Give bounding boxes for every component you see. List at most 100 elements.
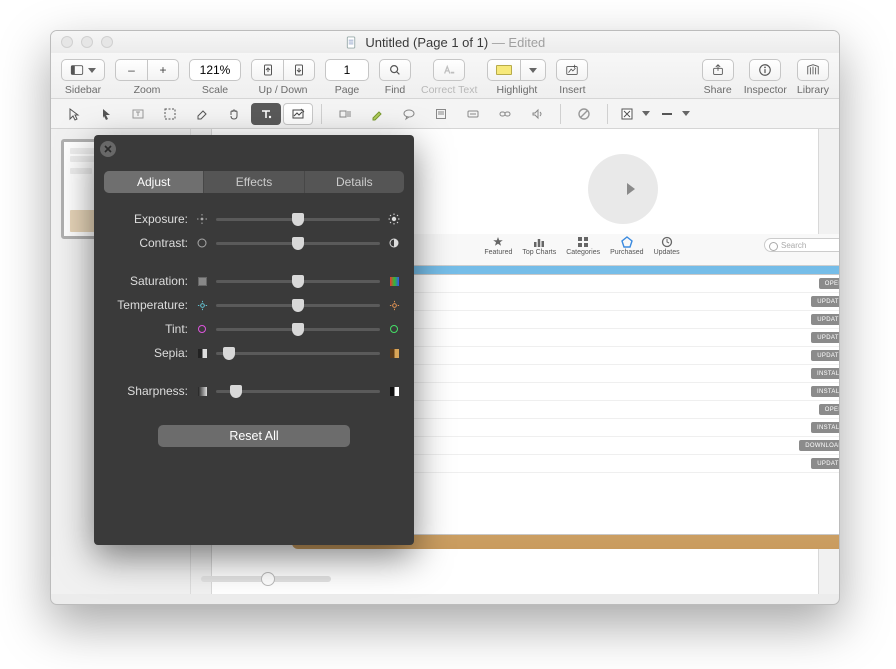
embedded-action-button[interactable]: UPDATE (811, 314, 839, 325)
eraser-icon[interactable] (187, 103, 217, 125)
embedded-action-button[interactable]: UPDATE (811, 332, 839, 343)
exposure-slider[interactable] (216, 218, 380, 221)
library-label: Library (797, 84, 829, 96)
scale-field[interactable] (189, 59, 241, 81)
scale-label: Scale (202, 84, 228, 96)
arrow-cursor-icon[interactable] (59, 103, 89, 125)
form-field-icon[interactable] (458, 103, 488, 125)
text-box-icon[interactable] (330, 103, 360, 125)
cool-sun-icon (196, 299, 208, 311)
find-button[interactable] (379, 59, 411, 81)
correct-text-button[interactable] (433, 59, 465, 81)
rgb-swatch-icon (388, 275, 400, 287)
page-up-button[interactable] (251, 59, 283, 81)
green-dot-icon (388, 323, 400, 335)
document-icon (345, 36, 358, 49)
warm-sun-icon (388, 299, 400, 311)
embedded-action-button[interactable]: DOWNLOAD (799, 440, 839, 451)
soft-edge-icon (196, 385, 208, 397)
page-down-button[interactable] (283, 59, 315, 81)
text-tool-icon[interactable] (251, 103, 281, 125)
embedded-tab-featured[interactable]: Featured (484, 236, 512, 256)
temperature-slider[interactable] (216, 304, 380, 307)
grey-swatch-icon (196, 275, 208, 287)
embedded-action-button[interactable]: INSTALL (811, 386, 839, 397)
library-button[interactable] (797, 59, 829, 81)
line-style-button[interactable] (656, 103, 694, 125)
sidebar-button[interactable] (61, 59, 105, 81)
marquee-select-icon[interactable] (155, 103, 185, 125)
inspector-button[interactable] (749, 59, 781, 81)
highlight-button[interactable] (487, 59, 520, 81)
zoom-slider-knob[interactable] (261, 572, 275, 586)
arrow-right-icon (588, 154, 658, 224)
embedded-tab-categories[interactable]: Categories (566, 236, 600, 256)
sound-icon[interactable] (522, 103, 552, 125)
page-field[interactable] (325, 59, 369, 81)
inspector-label: Inspector (744, 84, 787, 96)
image-edit-tool-icon[interactable] (283, 103, 313, 125)
insert-button[interactable] (556, 59, 588, 81)
sharpness-slider[interactable] (216, 390, 380, 393)
embedded-search-input[interactable]: Search (764, 238, 839, 252)
embedded-action-button[interactable]: UPDATE (811, 458, 839, 469)
tab-effects[interactable]: Effects (203, 171, 303, 193)
embedded-action-button[interactable]: INSTALL (811, 368, 839, 379)
chevron-down-icon (88, 68, 96, 73)
hand-pan-icon[interactable] (219, 103, 249, 125)
embedded-action-button[interactable]: UPDATE (811, 296, 839, 307)
slider-exposure: Exposure: (108, 207, 400, 231)
saturation-slider[interactable] (216, 280, 380, 283)
find-label: Find (385, 84, 405, 96)
magenta-dot-icon (196, 323, 208, 335)
panel-tabs: Adjust Effects Details (104, 171, 404, 193)
tint-slider[interactable] (216, 328, 380, 331)
embedded-action-button[interactable]: OPEN (819, 404, 839, 415)
share-button[interactable] (702, 59, 734, 81)
half-circle-icon (388, 237, 400, 249)
embedded-tab-updates[interactable]: Updates (654, 236, 680, 256)
sepia-slider[interactable] (216, 352, 380, 355)
slider-saturation: Saturation: (108, 269, 400, 293)
slider-contrast: Contrast: (108, 231, 400, 255)
slider-sepia: Sepia: (108, 341, 400, 365)
sepia-swatch-icon (388, 347, 400, 359)
page-indicator: (Page 1 of 1) (413, 35, 488, 50)
tab-adjust[interactable]: Adjust (104, 171, 203, 193)
window-title: Untitled (Page 1 of 1) — Edited (51, 35, 839, 50)
contrast-slider[interactable] (216, 242, 380, 245)
speech-bubble-icon[interactable] (394, 103, 424, 125)
share-label: Share (704, 84, 732, 96)
bw-swatch-icon (196, 347, 208, 359)
close-panel-button[interactable] (100, 141, 116, 157)
embedded-action-button[interactable]: INSTALL (811, 422, 839, 433)
annotate-toolbar (51, 99, 839, 129)
titlebar: Untitled (Page 1 of 1) — Edited (51, 31, 839, 53)
reset-all-button[interactable]: Reset All (158, 425, 350, 447)
zoom-in-button[interactable]: + (147, 59, 179, 81)
note-icon[interactable] (426, 103, 456, 125)
zoom-slider[interactable] (201, 576, 331, 582)
edited-status: — Edited (492, 35, 545, 50)
slider-temperature: Temperature: (108, 293, 400, 317)
highlight-menu[interactable] (520, 59, 546, 81)
highlight-label: Highlight (496, 84, 537, 96)
pointer-mode-icon[interactable] (91, 103, 121, 125)
sun-dim-icon (196, 213, 208, 225)
text-select-icon[interactable] (123, 103, 153, 125)
circle-empty-icon (196, 237, 208, 249)
tab-details[interactable]: Details (304, 171, 404, 193)
shape-style-button[interactable] (616, 103, 654, 125)
embedded-tab-topcharts[interactable]: Top Charts (522, 236, 556, 256)
main-toolbar: Sidebar – + Zoom Scale Up / Down (51, 53, 839, 99)
embedded-action-button[interactable]: UPDATE (811, 350, 839, 361)
sun-bright-icon (388, 213, 400, 225)
highlighter-icon[interactable] (362, 103, 392, 125)
zoom-out-button[interactable]: – (115, 59, 147, 81)
updown-label: Up / Down (258, 84, 307, 96)
document-name: Untitled (365, 35, 409, 50)
embedded-tab-purchased[interactable]: Purchased (610, 236, 643, 256)
embedded-action-button[interactable]: OPEN (819, 278, 839, 289)
denied-icon[interactable] (569, 103, 599, 125)
link-icon[interactable] (490, 103, 520, 125)
